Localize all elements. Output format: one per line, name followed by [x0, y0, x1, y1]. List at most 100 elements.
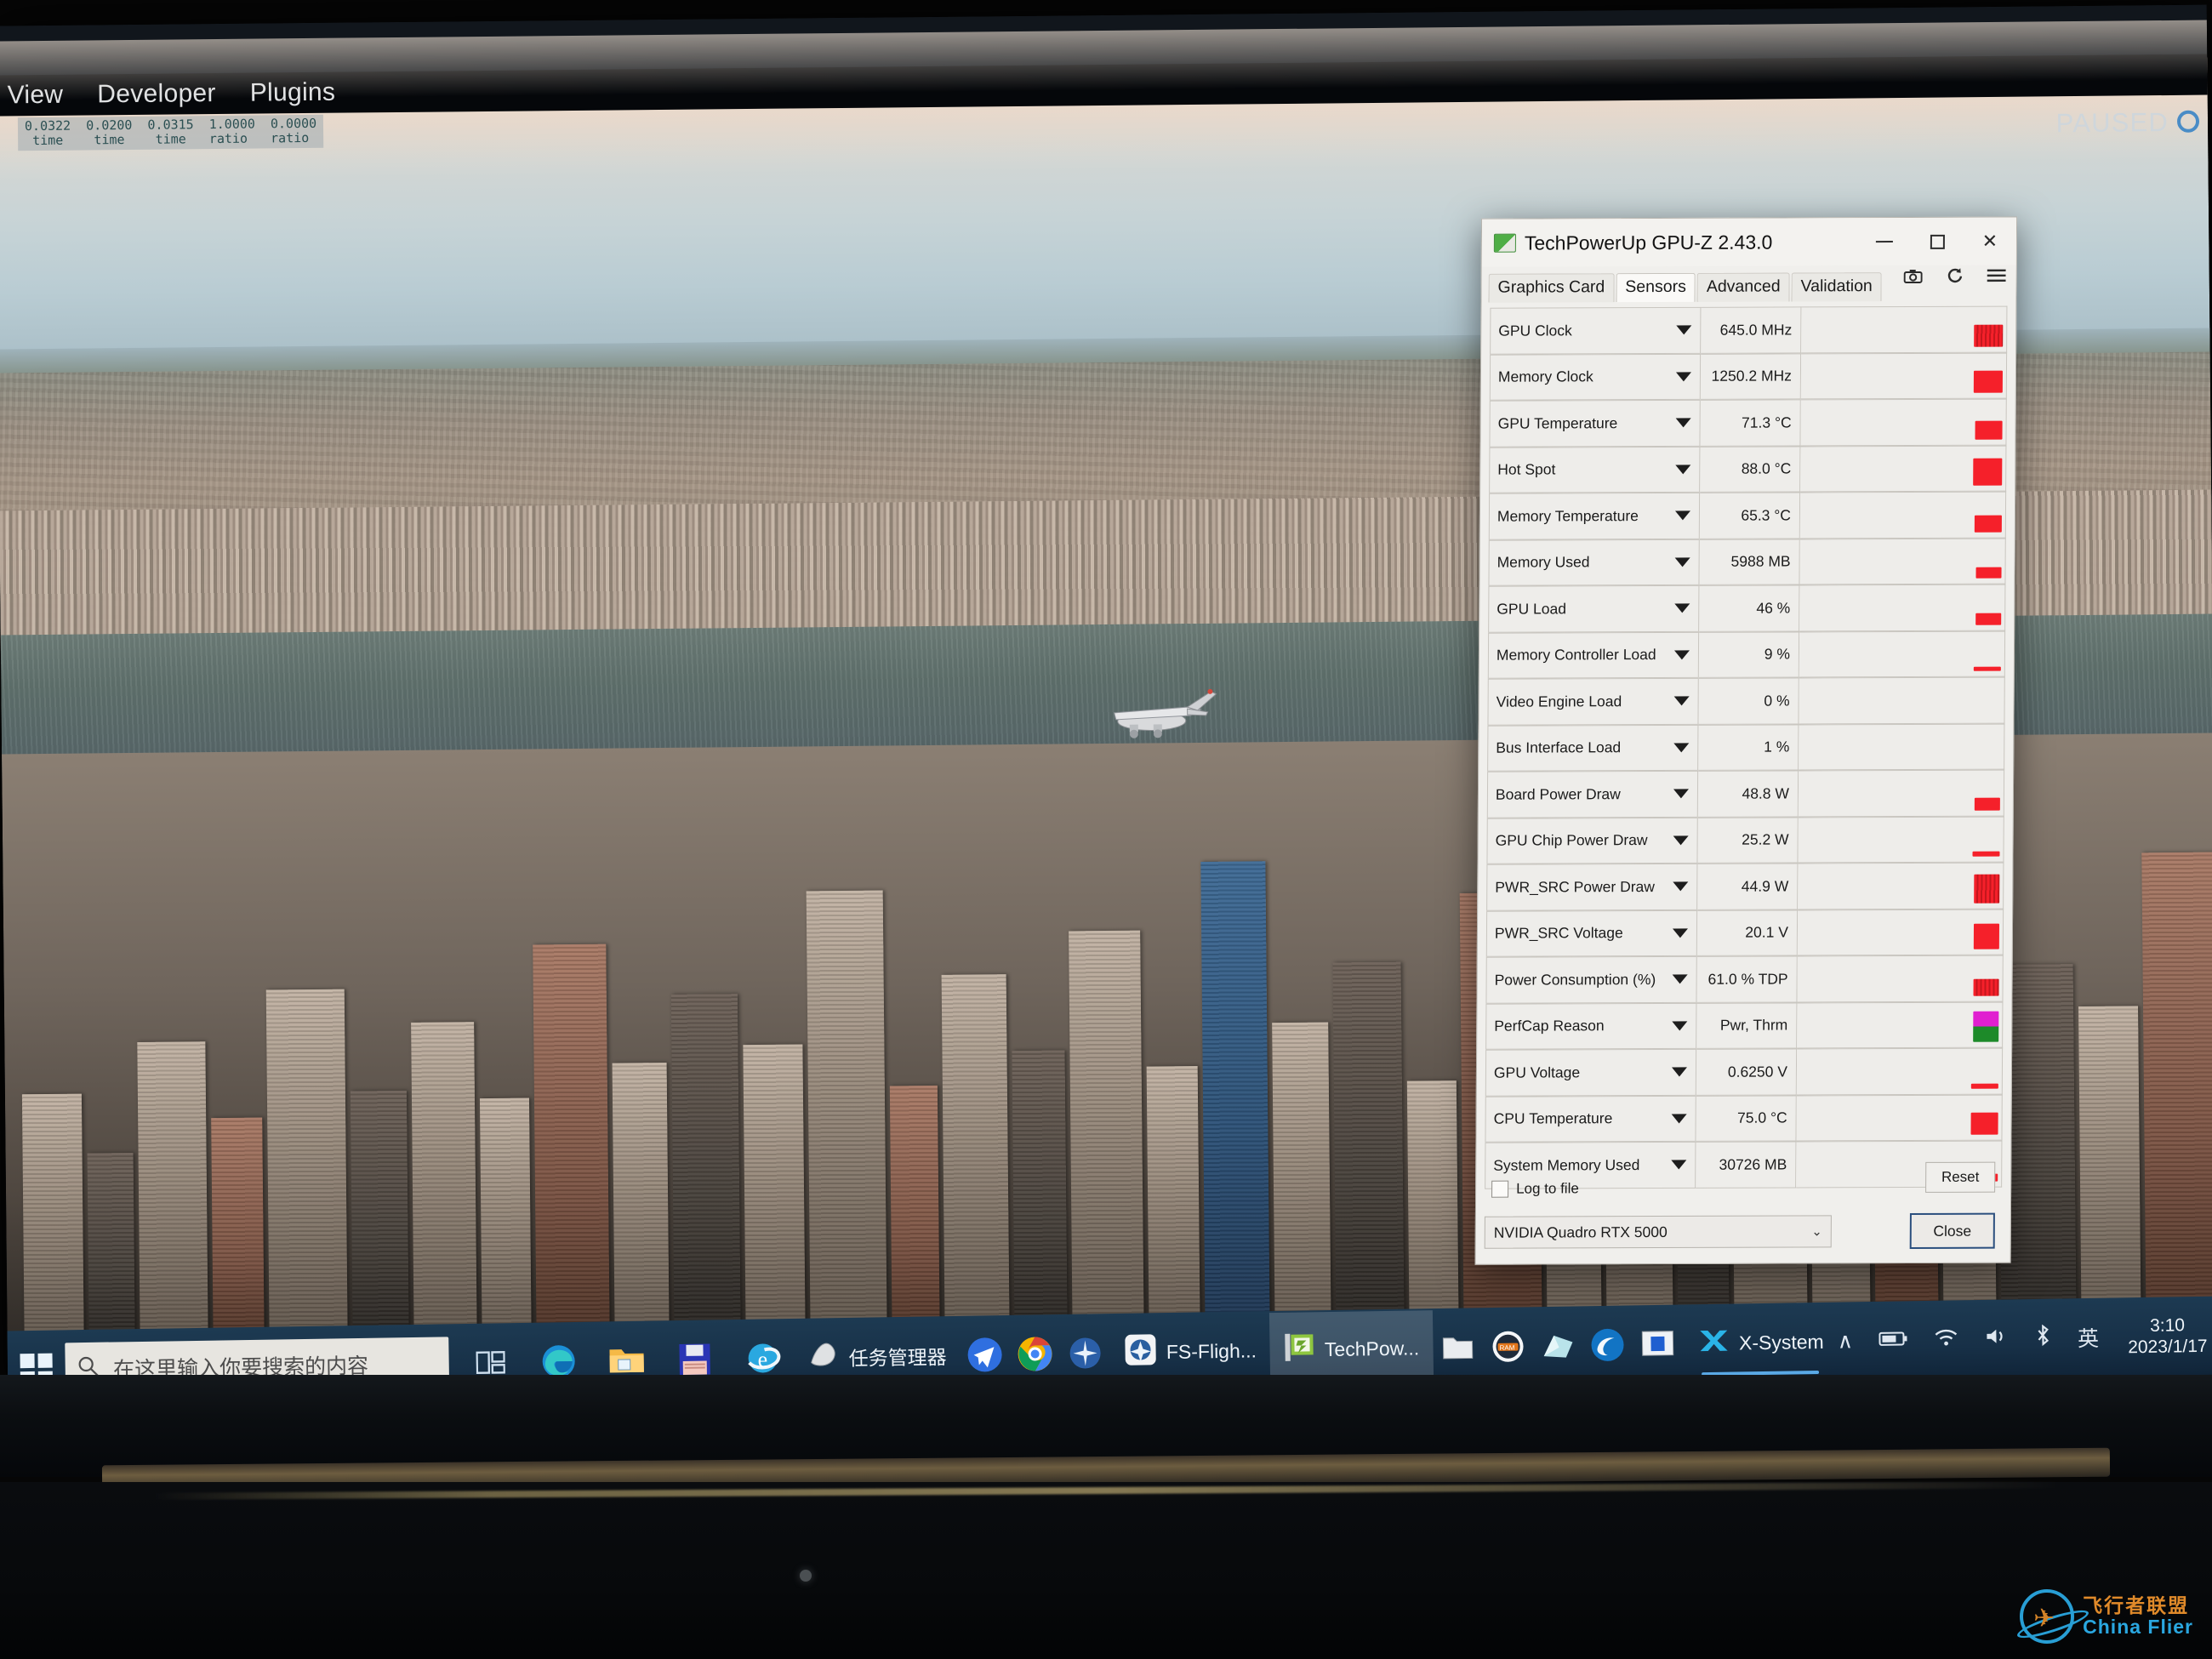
camera-icon[interactable]: [1903, 268, 1923, 288]
menu-item-developer[interactable]: Developer: [97, 79, 216, 109]
sensor-dropdown-caret-icon[interactable]: [1673, 743, 1690, 753]
maximize-button[interactable]: [1911, 218, 1964, 265]
sensor-dropdown-caret-icon[interactable]: [1671, 1114, 1687, 1124]
sensor-row: PWR_SRC Power Draw 44.9 W: [1486, 862, 2004, 911]
log-to-file-checkbox[interactable]: Log to file: [1491, 1180, 1579, 1198]
sensor-dropdown-caret-icon[interactable]: [1672, 1021, 1688, 1031]
gpuz-tab-row[interactable]: Graphics Card Sensors Advanced Validatio…: [1481, 265, 2016, 303]
aircraft-cessna: [1098, 687, 1227, 740]
tab-validation[interactable]: Validation: [1791, 272, 1882, 302]
minimize-button[interactable]: [1858, 218, 1911, 265]
sensor-name: PWR_SRC Voltage: [1485, 909, 1698, 957]
sensor-dropdown-caret-icon[interactable]: [1672, 974, 1688, 984]
taskbar-clock[interactable]: 3:10 2023/1/17: [2124, 1314, 2208, 1359]
sim-debug-overlay: 0.0322 0.0200 0.0315 1.0000 0.0000 time …: [17, 114, 324, 151]
taskbar-app-xsystem[interactable]: X-System: [1682, 1304, 1838, 1382]
sensor-dropdown-caret-icon[interactable]: [1675, 465, 1691, 475]
sensor-name-label: GPU Clock: [1498, 322, 1572, 339]
hamburger-menu-icon[interactable]: [1987, 269, 2006, 288]
sensor-sparkline: [1973, 923, 2000, 949]
sensor-dropdown-caret-icon[interactable]: [1674, 510, 1690, 521]
checkbox-box[interactable]: [1491, 1180, 1509, 1198]
sensor-graph: [1796, 1047, 2004, 1095]
sensor-value: 9 %: [1698, 630, 1800, 678]
sensor-name-label: GPU Load: [1497, 600, 1567, 618]
sensor-graph: [1799, 630, 2006, 678]
sensor-name: GPU Chip Power Draw: [1486, 817, 1698, 864]
sensor-name-label: CPU Temperature: [1493, 1109, 1613, 1127]
gpuz-title-bar[interactable]: TechPowerUp GPU-Z 2.43.0 ✕: [1481, 217, 2017, 267]
close-window-button[interactable]: ✕: [1964, 218, 2016, 265]
reset-button[interactable]: Reset: [1925, 1161, 1996, 1193]
gpuz-window[interactable]: TechPowerUp GPU-Z 2.43.0 ✕ Graphics Card…: [1474, 216, 2018, 1265]
sensor-graph: [1799, 723, 2005, 771]
battery-icon[interactable]: [1878, 1328, 1907, 1354]
sensor-name: Memory Temperature: [1488, 492, 1701, 540]
sensor-graph: [1797, 909, 2004, 956]
svg-text:RAM: RAM: [1499, 1344, 1514, 1352]
sensor-name: GPU Temperature: [1489, 399, 1701, 448]
menu-item-plugins[interactable]: Plugins: [250, 78, 336, 108]
sensor-value: 75.0 °C: [1696, 1094, 1797, 1142]
sensor-dropdown-caret-icon[interactable]: [1673, 835, 1689, 846]
sensor-value: 1250.2 MHz: [1700, 352, 1802, 400]
refresh-icon[interactable]: [1947, 267, 1964, 289]
menu-item-view[interactable]: View: [7, 81, 63, 111]
laptop-screen: View Developer Plugins PAUSED 0.0322 0.0…: [0, 4, 2212, 1405]
ram-tray-icon[interactable]: RAM: [1482, 1308, 1533, 1384]
sensor-value: 65.3 °C: [1699, 492, 1801, 539]
plane-glyph-icon: ✈: [2033, 1605, 2055, 1633]
sensor-row: Memory Used 5988 MB: [1488, 538, 2006, 586]
sensor-graph: [1799, 584, 2006, 631]
nvidia-tray-icon[interactable]: [1582, 1307, 1633, 1382]
tab-sensors[interactable]: Sensors: [1616, 272, 1696, 303]
sensor-dropdown-caret-icon[interactable]: [1673, 789, 1689, 799]
close-button[interactable]: Close: [1909, 1212, 1995, 1249]
system-tray[interactable]: ∧ 英 3:10 2023/1/17: [1837, 1314, 2212, 1363]
sensor-dropdown-caret-icon[interactable]: [1674, 603, 1690, 613]
sensor-graph: [1800, 398, 2007, 446]
sensor-value: 25.2 W: [1697, 816, 1799, 864]
onedrive-tray-icon[interactable]: [1532, 1308, 1583, 1383]
tab-advanced[interactable]: Advanced: [1696, 272, 1790, 302]
sensor-sparkline: [1974, 324, 2004, 347]
window-controls[interactable]: ✕: [1858, 218, 2016, 266]
folder-tray-icon[interactable]: [1432, 1309, 1483, 1385]
sensor-dropdown-caret-icon[interactable]: [1674, 557, 1690, 567]
sensor-row: Memory Temperature 65.3 °C: [1488, 491, 2007, 540]
sensor-graph: [1799, 538, 2006, 585]
sensor-name-label: GPU Chip Power Draw: [1495, 831, 1648, 849]
sensor-graph: [1801, 305, 2008, 353]
bluetooth-icon[interactable]: [2033, 1324, 2053, 1352]
sensor-name: Board Power Draw: [1486, 770, 1699, 818]
sensor-sparkline: [1975, 613, 2002, 625]
sensor-sparkline: [1973, 458, 2003, 486]
sensor-dropdown-caret-icon[interactable]: [1671, 1067, 1687, 1077]
volume-icon[interactable]: [1984, 1325, 2008, 1352]
laptop-deck: [0, 1482, 2212, 1659]
sensor-dropdown-caret-icon[interactable]: [1673, 696, 1690, 706]
wifi-icon[interactable]: [1933, 1326, 1958, 1353]
sensor-value: 0.6250 V: [1696, 1048, 1798, 1096]
show-hidden-icons-chevron-icon[interactable]: ∧: [1837, 1328, 1854, 1354]
sensor-dropdown-caret-icon[interactable]: [1673, 881, 1689, 892]
sensor-dropdown-caret-icon[interactable]: [1673, 650, 1690, 660]
gpuz-title: TechPowerUp GPU-Z 2.43.0: [1524, 231, 1773, 254]
sensor-dropdown-caret-icon[interactable]: [1675, 372, 1691, 382]
sensor-dropdown-caret-icon[interactable]: [1676, 325, 1692, 335]
sensor-name-label: Power Consumption (%): [1494, 970, 1656, 989]
gpu-device-select[interactable]: NVIDIA Quadro RTX 5000 ⌄: [1484, 1215, 1832, 1249]
clock-time: 3:10: [2149, 1315, 2186, 1336]
fs-flight-label: FS-Fligh...: [1166, 1338, 1257, 1363]
sensor-dropdown-caret-icon[interactable]: [1675, 418, 1691, 428]
chevron-down-icon: ⌄: [1811, 1224, 1822, 1240]
watermark: ✈ 飞行者联盟 China Flier: [2020, 1589, 2193, 1644]
display-tray-icon[interactable]: [1633, 1307, 1684, 1382]
sensor-row: GPU Load 46 %: [1488, 584, 2006, 633]
ime-indicator[interactable]: 英: [2078, 1322, 2100, 1353]
sensor-dropdown-caret-icon[interactable]: [1672, 928, 1688, 938]
tab-graphics-card[interactable]: Graphics Card: [1488, 273, 1615, 303]
sensor-row: Bus Interface Load 1 %: [1487, 723, 2005, 772]
sensor-row: GPU Clock 645.0 MHz: [1490, 305, 2008, 355]
sensor-row: PWR_SRC Voltage 20.1 V: [1485, 909, 2004, 957]
